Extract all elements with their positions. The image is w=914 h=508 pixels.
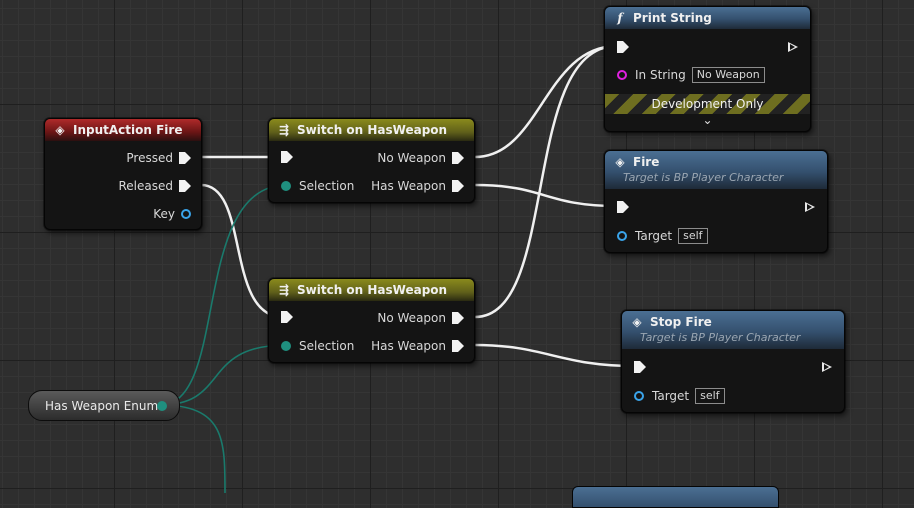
switch-branch-icon: ⇶ <box>278 123 290 137</box>
switch-top-exec-in-pin[interactable] <box>281 151 293 163</box>
released-label: Released <box>118 179 173 193</box>
stop-fire-exec-in-row <box>634 361 646 373</box>
print-string-exec-in-pin[interactable] <box>617 41 629 53</box>
event-diamond-icon: ◈ <box>615 155 625 169</box>
fire-exec-in-pin[interactable] <box>617 201 629 213</box>
print-string-node[interactable]: f Print String In String No Weapon Devel… <box>604 6 811 132</box>
switch-bottom-exec-in-pin[interactable] <box>281 311 293 323</box>
switch-top-exec-in-row <box>281 151 293 163</box>
pressed-label: Pressed <box>126 151 173 165</box>
released-exec-pin[interactable] <box>179 180 191 192</box>
switch-top-title: Switch on HasWeapon <box>297 123 448 137</box>
switch-top-selection-row: Selection <box>281 179 354 193</box>
print-string-exec-out-row <box>788 41 800 53</box>
pin-row-released: Released <box>118 179 191 193</box>
switch-top-header[interactable]: ⇶ Switch on HasWeapon <box>269 119 474 141</box>
switch-branch-icon: ⇶ <box>278 283 290 297</box>
switch-top-hasweapon-row: Has Weapon <box>371 179 464 193</box>
switch-bottom-selection-pin[interactable] <box>281 341 291 351</box>
stop-fire-target-label: Target <box>652 389 690 403</box>
print-string-title: Print String <box>633 11 712 25</box>
instring-pin[interactable] <box>617 70 627 80</box>
switch-bottom-header[interactable]: ⇶ Switch on HasWeapon <box>269 279 474 301</box>
development-only-label: Development Only <box>651 97 764 111</box>
key-label: Key <box>153 207 175 221</box>
wire-switch-top-hasweapon-to-fire <box>473 183 619 208</box>
wire-switch-top-noweapon-to-print <box>473 44 619 159</box>
stop-fire-target-row: Target self <box>634 388 725 404</box>
inputaction-fire-node[interactable]: ◈ InputAction Fire Pressed Released Key <box>44 118 202 230</box>
switch-bottom-exec-in-row <box>281 311 293 323</box>
switch-bottom-hasweapon-pin[interactable] <box>452 340 464 352</box>
switch-bottom-noweapon-pin[interactable] <box>452 312 464 324</box>
print-string-instring-row: In String No Weapon <box>617 67 765 83</box>
instring-value-field[interactable]: No Weapon <box>691 67 765 83</box>
pin-row-key: Key <box>153 207 191 221</box>
inputaction-fire-header[interactable]: ◈ InputAction Fire <box>45 119 201 141</box>
switch-bottom-noweapon-row: No Weapon <box>377 311 464 325</box>
switch-top-hasweapon-pin[interactable] <box>452 180 464 192</box>
print-string-exec-out-pin[interactable] <box>788 41 800 53</box>
switch-bottom-selection-label: Selection <box>299 339 355 353</box>
event-diamond-icon: ◈ <box>632 315 642 329</box>
fire-target-row: Target self <box>617 228 708 244</box>
wire-switch-bottom-hasweapon-to-stopfire <box>473 343 636 368</box>
development-only-band: Development Only <box>605 94 810 114</box>
switch-top-noweapon-row: No Weapon <box>377 151 464 165</box>
switch-bottom-hasweapon-label: Has Weapon <box>371 339 446 353</box>
fire-exec-out-row <box>805 201 817 213</box>
stop-fire-header[interactable]: ◈ Stop Fire Target is BP Player Characte… <box>622 311 844 349</box>
offscreen-function-node[interactable] <box>572 486 779 508</box>
instring-label: In String <box>635 68 686 82</box>
key-struct-pin[interactable] <box>181 209 191 219</box>
has-weapon-enum-out-pin[interactable] <box>157 401 167 411</box>
switch-hasweapon-top-node[interactable]: ⇶ Switch on HasWeapon Selection No Weapo… <box>268 118 475 203</box>
stop-fire-exec-in-pin[interactable] <box>634 361 646 373</box>
pressed-exec-pin[interactable] <box>179 152 191 164</box>
switch-bottom-title: Switch on HasWeapon <box>297 283 448 297</box>
fire-target-value[interactable]: self <box>678 228 708 244</box>
switch-top-selection-pin[interactable] <box>281 181 291 191</box>
has-weapon-enum-node[interactable]: Has Weapon Enum <box>28 390 180 421</box>
fire-exec-in-row <box>617 201 629 213</box>
fire-title: Fire <box>633 155 660 169</box>
event-diamond-icon: ◈ <box>55 123 65 137</box>
fire-target-pin[interactable] <box>617 231 627 241</box>
stop-fire-title: Stop Fire <box>650 315 712 329</box>
fire-subtitle: Target is BP Player Character <box>623 171 784 184</box>
switch-top-noweapon-pin[interactable] <box>452 152 464 164</box>
fire-node[interactable]: ◈ Fire Target is BP Player Character Tar… <box>604 150 828 253</box>
print-string-exec-in-row <box>617 41 629 53</box>
switch-top-noweapon-label: No Weapon <box>377 151 446 165</box>
switch-hasweapon-bottom-node[interactable]: ⇶ Switch on HasWeapon Selection No Weapo… <box>268 278 475 363</box>
fire-header[interactable]: ◈ Fire Target is BP Player Character <box>605 151 827 189</box>
fire-exec-out-pin[interactable] <box>805 201 817 213</box>
switch-bottom-hasweapon-row: Has Weapon <box>371 339 464 353</box>
has-weapon-enum-label: Has Weapon Enum <box>45 398 159 413</box>
wire-switch-bottom-noweapon-to-print <box>473 44 619 319</box>
stop-fire-target-value[interactable]: self <box>695 388 725 404</box>
stop-fire-exec-out-pin[interactable] <box>822 361 834 373</box>
function-f-icon: f <box>617 11 623 25</box>
inputaction-fire-title: InputAction Fire <box>73 123 183 137</box>
print-string-header[interactable]: f Print String <box>605 7 810 29</box>
switch-bottom-selection-row: Selection <box>281 339 354 353</box>
switch-top-selection-label: Selection <box>299 179 355 193</box>
fire-target-label: Target <box>635 229 673 243</box>
switch-top-hasweapon-label: Has Weapon <box>371 179 446 193</box>
stop-fire-target-pin[interactable] <box>634 391 644 401</box>
stop-fire-exec-out-row <box>822 361 834 373</box>
switch-bottom-noweapon-label: No Weapon <box>377 311 446 325</box>
pin-row-pressed: Pressed <box>126 151 191 165</box>
chevron-down-icon[interactable]: ⌄ <box>605 114 810 126</box>
stop-fire-node[interactable]: ◈ Stop Fire Target is BP Player Characte… <box>621 310 845 413</box>
stop-fire-subtitle: Target is BP Player Character <box>640 331 801 344</box>
